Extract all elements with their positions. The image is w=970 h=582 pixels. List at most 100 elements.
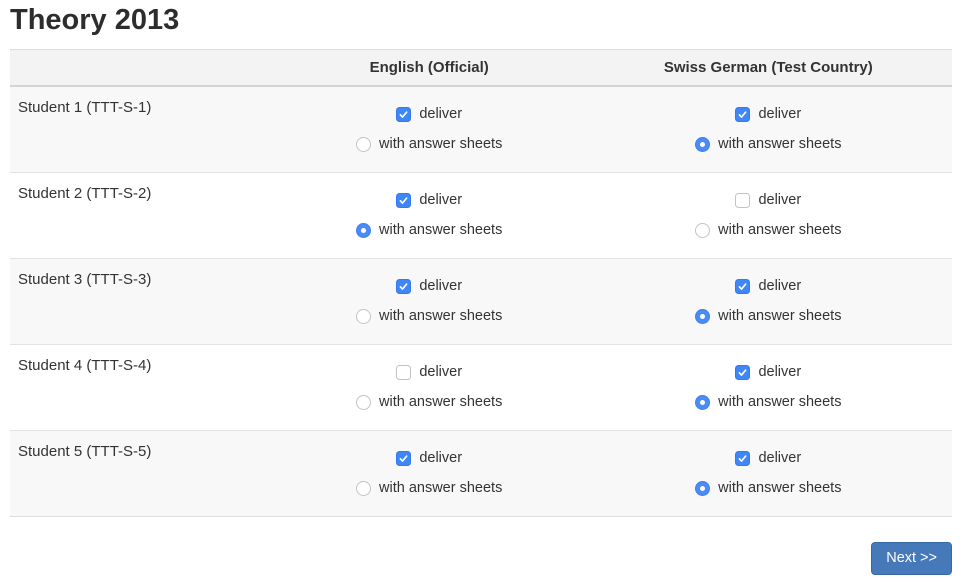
answer-sheets-option[interactable]: with answer sheets: [282, 134, 577, 154]
column-header-english: English (Official): [274, 50, 585, 87]
check-icon: [398, 109, 409, 120]
deliver-option[interactable]: deliver: [282, 362, 577, 382]
table-row: Student 2 (TTT-S-2) deliver with answer …: [10, 173, 952, 259]
deliver-checkbox[interactable]: [396, 107, 411, 122]
answer-sheets-radio[interactable]: [695, 481, 710, 496]
deliver-checkbox[interactable]: [396, 365, 411, 380]
deliver-option[interactable]: deliver: [593, 104, 944, 124]
column-header-swiss-german: Swiss German (Test Country): [585, 50, 952, 87]
radio-dot: [700, 142, 705, 147]
student-name: Student 4 (TTT-S-4): [10, 345, 274, 431]
answer-sheets-option[interactable]: with answer sheets: [593, 478, 944, 498]
deliver-checkbox[interactable]: [735, 365, 750, 380]
swiss-german-options-cell: deliver with answer sheets: [585, 259, 952, 345]
deliver-option[interactable]: deliver: [593, 448, 944, 468]
deliver-label[interactable]: deliver: [419, 190, 462, 210]
next-button[interactable]: Next >>: [871, 542, 952, 575]
answer-sheets-label[interactable]: with answer sheets: [718, 134, 841, 154]
deliver-option[interactable]: deliver: [593, 362, 944, 382]
table-header: English (Official) Swiss German (Test Co…: [10, 50, 952, 87]
deliver-checkbox[interactable]: [735, 193, 750, 208]
student-name: Student 1 (TTT-S-1): [10, 86, 274, 173]
check-icon: [737, 109, 748, 120]
header-row: English (Official) Swiss German (Test Co…: [10, 50, 952, 87]
answer-sheets-radio[interactable]: [356, 309, 371, 324]
answer-sheets-option[interactable]: with answer sheets: [282, 478, 577, 498]
answer-sheets-option[interactable]: with answer sheets: [593, 220, 944, 240]
deliver-checkbox[interactable]: [735, 279, 750, 294]
deliver-option[interactable]: deliver: [593, 276, 944, 296]
answer-sheets-label[interactable]: with answer sheets: [379, 306, 502, 326]
swiss-german-options-cell: deliver with answer sheets: [585, 345, 952, 431]
answer-sheets-radio[interactable]: [695, 223, 710, 238]
deliver-label[interactable]: deliver: [758, 190, 801, 210]
english-options-cell: deliver with answer sheets: [274, 345, 585, 431]
deliver-label[interactable]: deliver: [419, 276, 462, 296]
answer-sheets-radio[interactable]: [356, 481, 371, 496]
deliver-label[interactable]: deliver: [758, 448, 801, 468]
deliver-option[interactable]: deliver: [282, 104, 577, 124]
check-icon: [737, 367, 748, 378]
deliver-checkbox[interactable]: [396, 279, 411, 294]
answer-sheets-label[interactable]: with answer sheets: [718, 220, 841, 240]
deliver-label[interactable]: deliver: [419, 104, 462, 124]
deliver-label[interactable]: deliver: [419, 362, 462, 382]
deliver-option[interactable]: deliver: [282, 448, 577, 468]
answer-sheets-option[interactable]: with answer sheets: [282, 392, 577, 412]
english-options-cell: deliver with answer sheets: [274, 86, 585, 173]
table-row: Student 1 (TTT-S-1) deliver with answer …: [10, 86, 952, 173]
radio-dot: [700, 314, 705, 319]
student-name: Student 3 (TTT-S-3): [10, 259, 274, 345]
student-name: Student 2 (TTT-S-2): [10, 173, 274, 259]
deliver-checkbox[interactable]: [735, 451, 750, 466]
check-icon: [398, 281, 409, 292]
deliver-label[interactable]: deliver: [758, 362, 801, 382]
students-table: English (Official) Swiss German (Test Co…: [10, 49, 952, 517]
english-options-cell: deliver with answer sheets: [274, 259, 585, 345]
delivery-page: Theory 2013 English (Official) Swiss Ger…: [0, 0, 970, 582]
check-icon: [737, 453, 748, 464]
deliver-checkbox[interactable]: [396, 451, 411, 466]
answer-sheets-label[interactable]: with answer sheets: [379, 478, 502, 498]
answer-sheets-radio[interactable]: [695, 309, 710, 324]
answer-sheets-radio[interactable]: [356, 223, 371, 238]
student-table-body: Student 1 (TTT-S-1) deliver with answer …: [10, 86, 952, 517]
deliver-option[interactable]: deliver: [282, 190, 577, 210]
deliver-label[interactable]: deliver: [758, 276, 801, 296]
student-name: Student 5 (TTT-S-5): [10, 431, 274, 517]
check-icon: [398, 195, 409, 206]
column-header-student: [10, 50, 274, 87]
footer-bar: Next >>: [10, 542, 952, 575]
answer-sheets-radio[interactable]: [356, 395, 371, 410]
answer-sheets-option[interactable]: with answer sheets: [593, 134, 944, 154]
deliver-label[interactable]: deliver: [419, 448, 462, 468]
answer-sheets-option[interactable]: with answer sheets: [282, 306, 577, 326]
swiss-german-options-cell: deliver with answer sheets: [585, 431, 952, 517]
radio-dot: [700, 486, 705, 491]
answer-sheets-label[interactable]: with answer sheets: [718, 392, 841, 412]
answer-sheets-radio[interactable]: [695, 137, 710, 152]
table-row: Student 5 (TTT-S-5) deliver with answer …: [10, 431, 952, 517]
answer-sheets-option[interactable]: with answer sheets: [593, 392, 944, 412]
answer-sheets-label[interactable]: with answer sheets: [379, 134, 502, 154]
answer-sheets-label[interactable]: with answer sheets: [718, 478, 841, 498]
deliver-option[interactable]: deliver: [282, 276, 577, 296]
deliver-option[interactable]: deliver: [593, 190, 944, 210]
english-options-cell: deliver with answer sheets: [274, 173, 585, 259]
radio-dot: [361, 228, 366, 233]
answer-sheets-radio[interactable]: [695, 395, 710, 410]
answer-sheets-radio[interactable]: [356, 137, 371, 152]
answer-sheets-label[interactable]: with answer sheets: [379, 220, 502, 240]
swiss-german-options-cell: deliver with answer sheets: [585, 86, 952, 173]
answer-sheets-label[interactable]: with answer sheets: [718, 306, 841, 326]
answer-sheets-option[interactable]: with answer sheets: [282, 220, 577, 240]
deliver-checkbox[interactable]: [735, 107, 750, 122]
page-title: Theory 2013: [10, 4, 952, 37]
deliver-checkbox[interactable]: [396, 193, 411, 208]
answer-sheets-label[interactable]: with answer sheets: [379, 392, 502, 412]
radio-dot: [700, 400, 705, 405]
swiss-german-options-cell: deliver with answer sheets: [585, 173, 952, 259]
deliver-label[interactable]: deliver: [758, 104, 801, 124]
check-icon: [398, 453, 409, 464]
answer-sheets-option[interactable]: with answer sheets: [593, 306, 944, 326]
